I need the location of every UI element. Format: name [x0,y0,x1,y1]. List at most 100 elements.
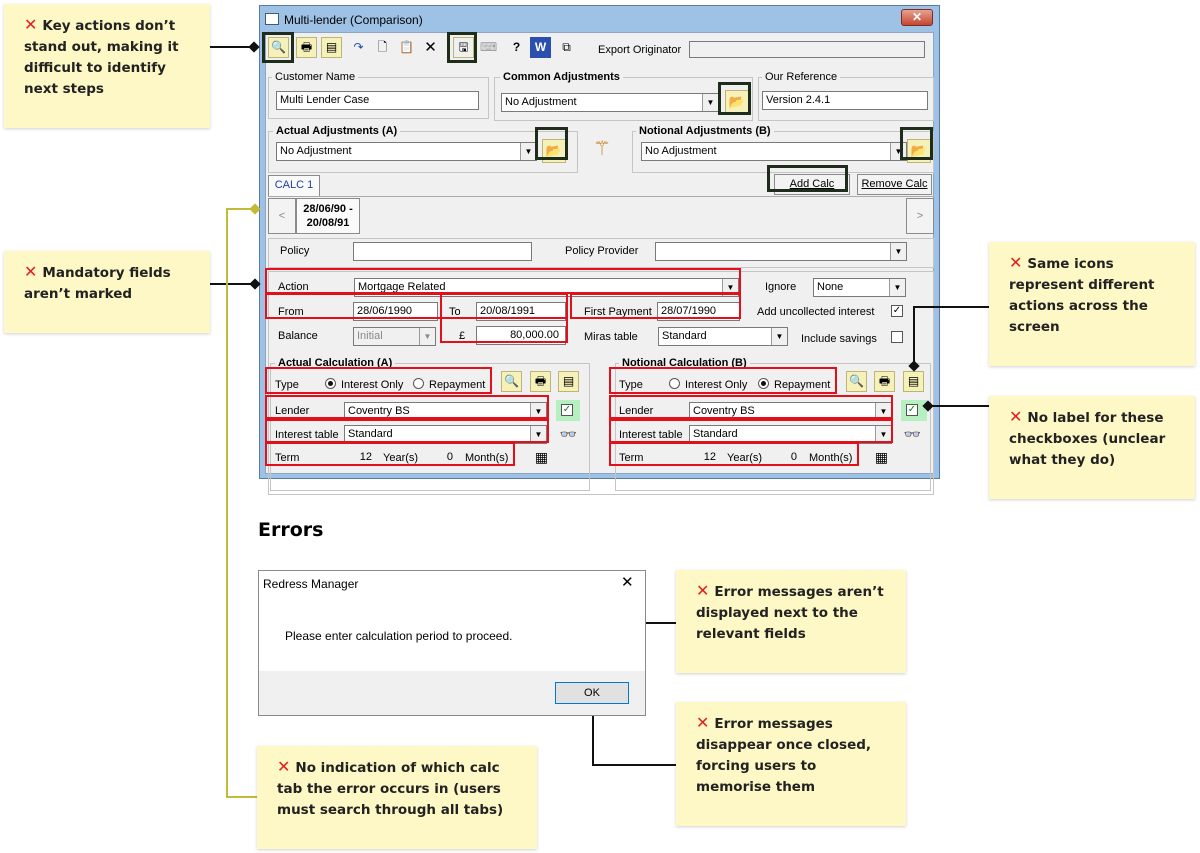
key-action-outline [718,82,751,115]
customer-name-input[interactable]: Multi Lender Case [276,91,479,110]
cross-icon: ✕ [24,262,38,281]
notional-print-icon[interactable]: 🖶 [874,371,895,392]
notional-adjustments-label: Notional Adjustments (B) [636,125,774,137]
add-uncollected-interest-checkbox[interactable]: ✓ [891,305,903,317]
chevron-down-icon: ▼ [771,328,787,345]
app-icon [265,13,279,25]
cross-icon: ✕ [24,15,38,34]
common-adjustments-select[interactable]: No Adjustment ▼ [501,93,719,112]
miras-table-label: Miras table [584,331,638,343]
note-error-not-next-to-fields: ✕ Error messages aren’t displayed next to… [676,570,906,673]
delete-icon[interactable]: ✕ [420,37,441,58]
pdf-icon[interactable]: ▤ [321,37,342,58]
mandatory-highlight [265,419,549,443]
note-no-label-text: No label for these checkboxes (unclear w… [1009,410,1166,468]
notional-preview-icon[interactable]: 🔍 [846,371,867,392]
message-box-footer: OK [259,671,645,715]
note-no-tab-indication: ✕ No indication of which calc tab the err… [257,746,537,849]
mandatory-highlight [609,367,837,394]
policy-input[interactable] [353,242,532,261]
connector-line-yellow [226,208,228,798]
cross-icon: ✕ [696,713,710,732]
actual-unlabeled-checkbox[interactable]: ✓ [561,404,573,416]
ignore-value: None [817,281,844,293]
keyboard-icon[interactable]: ⌨ [478,37,499,58]
chevron-down-icon: ▼ [889,279,905,296]
mandatory-highlight [440,293,568,319]
message-box-title: Redress Manager [263,577,359,591]
chevron-down-icon: ▼ [520,143,536,160]
copy-windows-icon[interactable]: ⧉ [556,37,577,58]
title-bar: Multi-lender (Comparison) ✕ [260,6,939,32]
actual-print-icon[interactable]: 🖶 [530,371,551,392]
connector-line [592,764,676,766]
notional-unlabeled-checkbox[interactable]: ✓ [906,404,918,416]
actual-adjustments-value: No Adjustment [280,145,352,157]
period-tab[interactable]: 28/06/90 - 20/08/91 [296,198,360,234]
balance-select[interactable]: Initial ▼ [353,327,436,346]
policy-label: Policy [280,245,310,257]
cross-icon: ✕ [1009,407,1023,426]
tab-divider [268,196,934,197]
note-error-disappear-text: Error messages disappear once closed, fo… [696,716,872,795]
miras-table-value: Standard [662,330,707,342]
magic-wand-icon[interactable]: ⚚ [587,134,617,164]
note-key-actions: ✕ Key actions don’t stand out, making it … [4,4,210,128]
print-icon[interactable]: 🖶 [296,37,317,58]
actual-adjustments-select[interactable]: No Adjustment ▼ [276,142,537,161]
mandatory-highlight [440,317,568,343]
miras-table-select[interactable]: Standard ▼ [658,327,788,346]
include-savings-checkbox[interactable] [891,331,903,343]
include-savings-label: Include savings [801,333,877,345]
ok-button[interactable]: OK [555,682,629,704]
add-uncollected-interest-label: Add uncollected interest [757,306,875,318]
period-prev-button[interactable]: < [268,198,296,234]
actual-binoculars-icon[interactable]: 👓 [558,424,579,445]
note-same-icons: ✕ Same icons represent different actions … [989,242,1195,366]
our-reference-label: Our Reference [762,71,841,83]
cross-icon: ✕ [696,581,710,600]
connector-line [913,306,915,366]
connector-line [928,405,989,407]
policy-provider-select[interactable]: ▼ [655,242,907,261]
our-reference-input[interactable]: Version 2.4.1 [762,91,928,110]
period-start-label: 28/06/90 - [303,203,353,215]
actual-pdf-icon[interactable]: ▤ [558,371,579,392]
connector-dot [248,41,260,53]
customer-name-label: Customer Name [272,71,359,83]
window-close-button[interactable]: ✕ [901,9,933,26]
paste-icon[interactable]: 📋 [396,37,417,58]
note-error-disappear: ✕ Error messages disappear once closed, f… [676,702,906,826]
export-originator-label: Export Originator [598,44,682,56]
remove-calc-button[interactable]: Remove Calc [857,174,932,195]
key-action-outline [447,32,477,63]
window-title: Multi-lender (Comparison) [284,13,423,27]
ignore-select[interactable]: None ▼ [813,278,906,297]
connector-line [592,710,594,766]
key-action-outline [767,165,848,192]
actual-adjustments-label: Actual Adjustments (A) [273,125,401,137]
notional-adjustments-select[interactable]: No Adjustment ▼ [641,142,907,161]
period-next-button[interactable]: > [906,198,934,234]
notional-binoculars-icon[interactable]: 👓 [902,424,923,445]
tab-calc-1[interactable]: CALC 1 [268,175,320,196]
actual-preview-icon[interactable]: 🔍 [501,371,522,392]
mandatory-highlight [265,442,515,466]
message-box-close-icon[interactable]: ✕ [621,573,634,591]
new-document-icon[interactable]: 🗋 [372,37,393,58]
redo-icon[interactable]: ↷ [348,37,369,58]
notional-adjustments-value: No Adjustment [645,145,717,157]
note-mandatory-text: Mandatory fields aren’t marked [24,265,171,302]
mandatory-highlight [609,395,893,419]
word-icon[interactable]: W [530,37,551,58]
notional-calculator-icon[interactable]: ▦ [871,447,892,468]
note-no-label-checkboxes: ✕ No label for these checkboxes (unclear … [989,396,1195,499]
mandatory-highlight [265,367,492,394]
mandatory-highlight [265,293,442,319]
key-action-outline [535,127,568,160]
notional-pdf-icon[interactable]: ▤ [903,371,924,392]
connector-line-yellow [226,796,257,798]
chevron-down-icon: ▼ [890,243,906,260]
help-icon[interactable]: ? [506,37,527,58]
actual-calculator-icon[interactable]: ▦ [531,447,552,468]
